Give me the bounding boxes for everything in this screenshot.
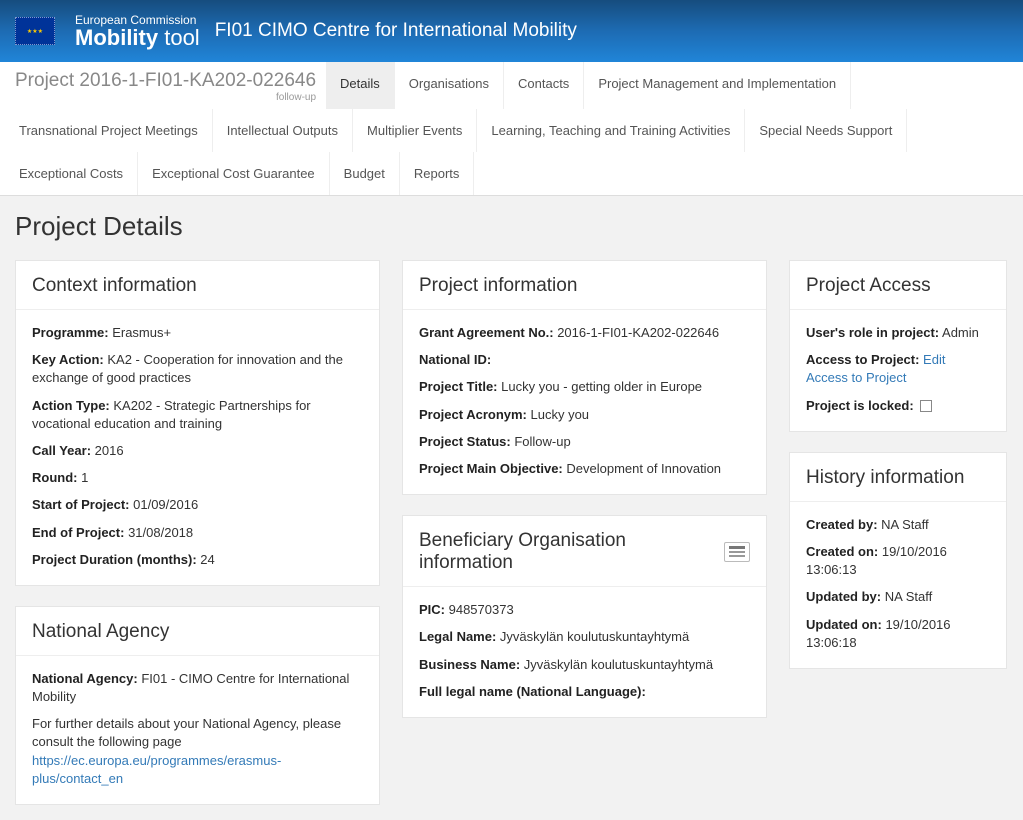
card-access-body: User's role in project: Admin Access to … — [790, 310, 1006, 431]
col-middle: Project information Grant Agreement No.:… — [402, 260, 767, 718]
header-subtitle: FI01 CIMO Centre for International Mobil… — [215, 20, 577, 42]
start-value: 01/09/2016 — [130, 497, 199, 512]
project-code-sub: follow-up — [15, 92, 316, 103]
tab-exceptional-costs[interactable]: Exceptional Costs — [5, 152, 138, 195]
list-view-icon[interactable] — [724, 542, 750, 562]
ptitle-value: Lucky you - getting older in Europe — [498, 379, 703, 394]
obj-label: Project Main Objective: — [419, 461, 563, 476]
role-label: User's role in project: — [806, 325, 939, 340]
round-label: Round: — [32, 470, 77, 485]
app-header: European Commission Mobility tool FI01 C… — [0, 0, 1023, 62]
pic-value: 948570373 — [445, 602, 514, 617]
ptitle-label: Project Title: — [419, 379, 498, 394]
round-value: 1 — [77, 470, 88, 485]
natid-label: National ID: — [419, 352, 491, 367]
tab-exceptional-guarantee[interactable]: Exceptional Cost Guarantee — [138, 152, 330, 195]
uby-label: Updated by: — [806, 589, 881, 604]
tab-multiplier[interactable]: Multiplier Events — [353, 109, 477, 152]
legal-label: Legal Name: — [419, 629, 496, 644]
card-ben-body: PIC: 948570373 Legal Name: Jyväskylän ko… — [403, 587, 766, 717]
card-access: Project Access User's role in project: A… — [789, 260, 1007, 432]
eu-flag-icon — [15, 17, 55, 45]
tab-contacts[interactable]: Contacts — [504, 62, 584, 109]
grant-label: Grant Agreement No.: — [419, 325, 554, 340]
card-history-header: History information — [790, 453, 1006, 502]
tab-organisations[interactable]: Organisations — [395, 62, 504, 109]
uon-label: Updated on: — [806, 617, 882, 632]
grant-value: 2016-1-FI01-KA202-022646 — [554, 325, 720, 340]
uby-value: NA Staff — [881, 589, 932, 604]
bus-label: Business Name: — [419, 657, 520, 672]
con-label: Created on: — [806, 544, 878, 559]
acronym-label: Project Acronym: — [419, 407, 527, 422]
card-national-agency: National Agency National Agency: FI01 - … — [15, 606, 380, 805]
callyear-value: 2016 — [91, 443, 124, 458]
card-context-header: Context information — [16, 261, 379, 310]
tab-ltt[interactable]: Learning, Teaching and Training Activiti… — [477, 109, 745, 152]
tab-details[interactable]: Details — [326, 62, 395, 109]
card-context: Context information Programme: Erasmus+ … — [15, 260, 380, 586]
acc-label: Access to Project: — [806, 352, 919, 367]
duration-label: Project Duration (months): — [32, 552, 197, 567]
acronym-value: Lucky you — [527, 407, 589, 422]
card-access-header: Project Access — [790, 261, 1006, 310]
tab-tpm[interactable]: Transnational Project Meetings — [5, 109, 213, 152]
programme-value: Erasmus+ — [109, 325, 172, 340]
obj-value: Development of Innovation — [563, 461, 721, 476]
full-label: Full legal name (National Language): — [419, 684, 646, 699]
na-name-label: National Agency: — [32, 671, 138, 686]
page-title: Project Details — [15, 211, 1008, 242]
locked-label: Project is locked: — [806, 398, 914, 413]
role-value: Admin — [939, 325, 979, 340]
tab-reports[interactable]: Reports — [400, 152, 475, 195]
card-na-body: National Agency: FI01 - CIMO Centre for … — [16, 656, 379, 804]
card-beneficiary: Beneficiary Organisation information PIC… — [402, 515, 767, 718]
pic-label: PIC: — [419, 602, 445, 617]
project-code: Project 2016-1-FI01-KA202-022646 follow-… — [5, 62, 326, 109]
columns: Context information Programme: Erasmus+ … — [15, 260, 1008, 805]
keyaction-label: Key Action: — [32, 352, 104, 367]
card-pinfo-body: Grant Agreement No.: 2016-1-FI01-KA202-0… — [403, 310, 766, 494]
cby-value: NA Staff — [878, 517, 929, 532]
end-value: 31/08/2018 — [124, 525, 193, 540]
col-left: Context information Programme: Erasmus+ … — [15, 260, 380, 805]
tab-intellectual[interactable]: Intellectual Outputs — [213, 109, 353, 152]
card-project-info: Project information Grant Agreement No.:… — [402, 260, 767, 495]
brand-bottom: Mobility tool — [75, 27, 200, 49]
card-history-body: Created by: NA Staff Created on: 19/10/2… — [790, 502, 1006, 668]
na-link[interactable]: https://ec.europa.eu/programmes/erasmus-… — [32, 753, 281, 786]
cby-label: Created by: — [806, 517, 878, 532]
bus-value: Jyväskylän koulutuskuntayhtymä — [520, 657, 713, 672]
callyear-label: Call Year: — [32, 443, 91, 458]
brand: European Commission Mobility tool — [75, 13, 200, 49]
col-right: Project Access User's role in project: A… — [789, 260, 1007, 669]
tab-pmi[interactable]: Project Management and Implementation — [584, 62, 851, 109]
card-pinfo-header: Project information — [403, 261, 766, 310]
card-context-body: Programme: Erasmus+ Key Action: KA2 - Co… — [16, 310, 379, 585]
end-label: End of Project: — [32, 525, 124, 540]
tab-budget[interactable]: Budget — [330, 152, 400, 195]
card-history: History information Created by: NA Staff… — [789, 452, 1007, 669]
navbar: Project 2016-1-FI01-KA202-022646 follow-… — [0, 62, 1023, 196]
locked-checkbox[interactable] — [920, 400, 932, 412]
programme-label: Programme: — [32, 325, 109, 340]
legal-value: Jyväskylän koulutuskuntayhtymä — [496, 629, 689, 644]
status-label: Project Status: — [419, 434, 511, 449]
duration-value: 24 — [197, 552, 215, 567]
card-na-header: National Agency — [16, 607, 379, 656]
actiontype-label: Action Type: — [32, 398, 110, 413]
start-label: Start of Project: — [32, 497, 130, 512]
na-further-text: For further details about your National … — [32, 716, 341, 749]
status-value: Follow-up — [511, 434, 571, 449]
card-ben-title: Beneficiary Organisation information — [419, 530, 724, 574]
card-ben-header: Beneficiary Organisation information — [403, 516, 766, 587]
project-code-main: Project 2016-1-FI01-KA202-022646 — [15, 70, 316, 92]
tab-special-needs[interactable]: Special Needs Support — [745, 109, 907, 152]
page-content: Project Details Context information Prog… — [0, 196, 1023, 820]
